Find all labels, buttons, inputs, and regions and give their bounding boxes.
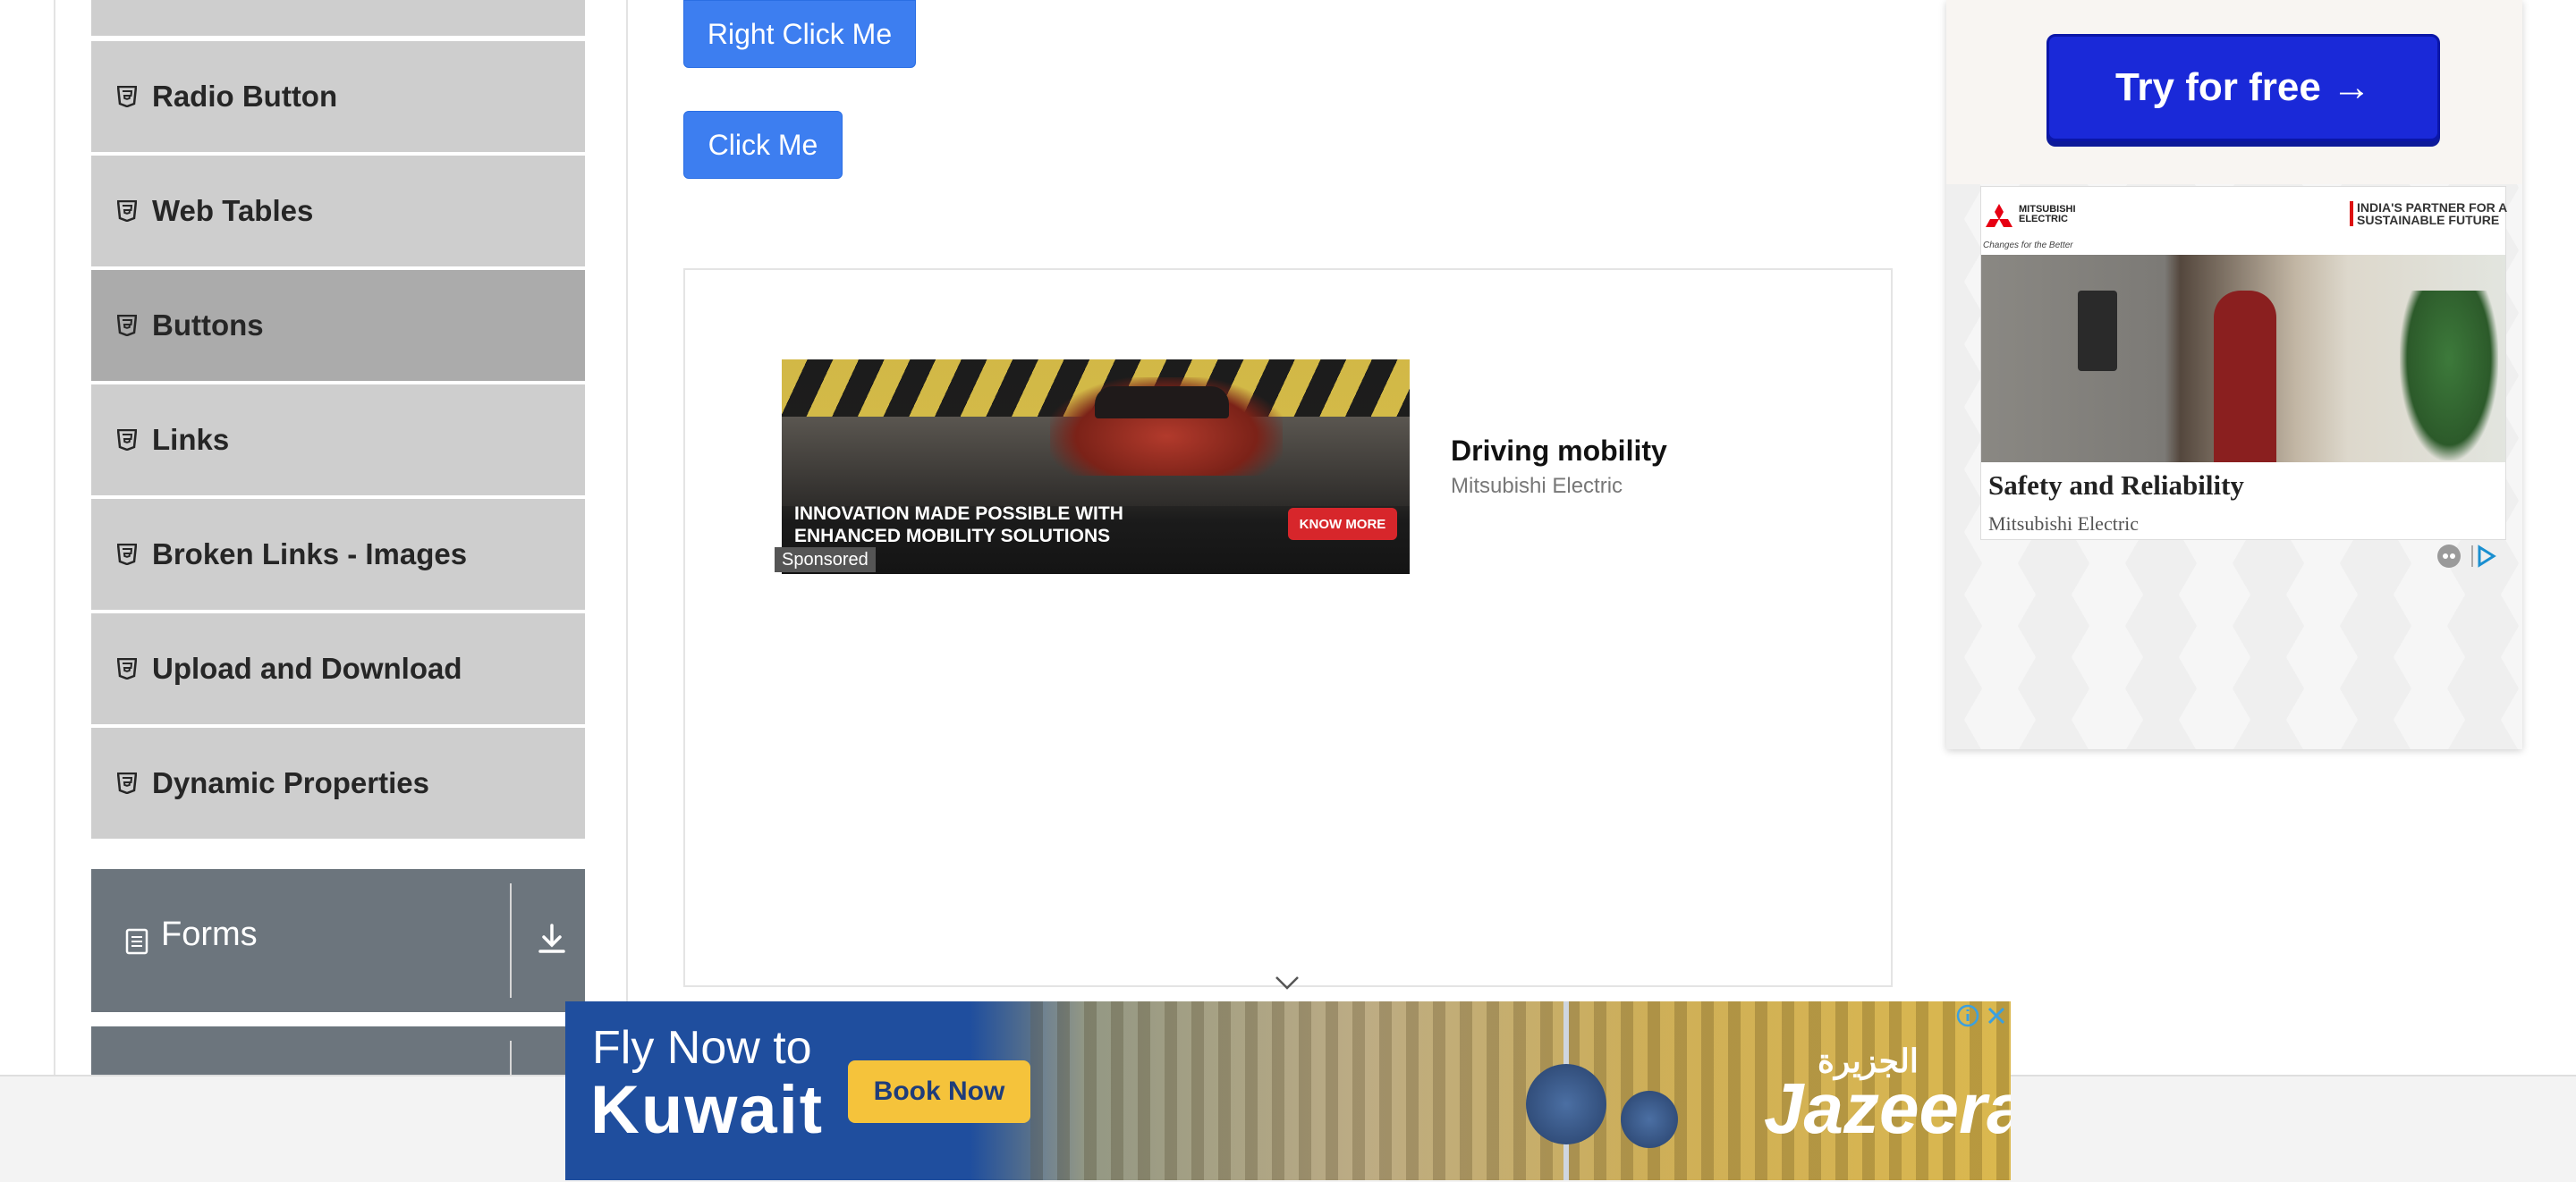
sidebar-group-label: Forms — [161, 916, 258, 953]
book-now-button[interactable]: Book Now — [848, 1060, 1030, 1123]
html5-icon — [116, 429, 138, 451]
sidebar-item-radio-button[interactable]: Radio Button — [91, 41, 585, 152]
html5-icon — [116, 315, 138, 336]
sidebar-item-label: Web Tables — [152, 194, 314, 227]
html5-icon — [116, 658, 138, 680]
sidebar-item-web-tables[interactable]: Web Tables — [91, 156, 585, 266]
html5-icon — [116, 544, 138, 565]
info-icon[interactable] — [1955, 1003, 1980, 1028]
mitsubishi-logo-text: MITSUBISHI ELECTRIC — [2019, 204, 2076, 224]
car-windshield — [1095, 386, 1229, 418]
mitsubishi-headline: Safety and Reliability — [1988, 469, 2244, 501]
car-ad-image[interactable]: INNOVATION MADE POSSIBLE WITH ENHANCED M… — [782, 359, 1410, 574]
ad-advertiser: Mitsubishi Electric — [1451, 474, 1623, 498]
sidebar-item-upload-download[interactable]: Upload and Download — [91, 613, 585, 724]
right-ad: Try for free → MITSUBISHI ELECTRIC Chang… — [1946, 0, 2522, 749]
sidebar-item-label: Dynamic Properties — [152, 766, 429, 799]
sidebar-left-border — [54, 0, 55, 1075]
mitsubishi-tagline: Changes for the Better — [1983, 241, 2073, 250]
sidebar-item-links[interactable]: Links — [91, 384, 585, 495]
document-icon — [125, 928, 148, 959]
sidebar-item-dynamic-properties[interactable]: Dynamic Properties — [91, 728, 585, 839]
sidebar-item-label: Broken Links - Images — [152, 537, 468, 570]
sponsored-label: Sponsored — [775, 547, 876, 572]
sidebar-item-label: Upload and Download — [152, 652, 462, 685]
know-more-button[interactable]: KNOW MORE — [1288, 508, 1397, 540]
tower-sphere — [1526, 1064, 1606, 1144]
jazeera-logo: Jazeera. — [1764, 1068, 2011, 1148]
mitsubishi-brand: Mitsubishi Electric — [1988, 512, 2140, 535]
sidebar-item-label: Links — [152, 423, 230, 456]
html5-icon — [116, 773, 138, 794]
elevator-panel — [2078, 291, 2117, 371]
sidebar-item-label: Buttons — [152, 308, 264, 342]
close-icon[interactable] — [1984, 1003, 2009, 1028]
plant — [2400, 291, 2498, 460]
html5-icon — [116, 200, 138, 222]
sidebar-divider — [626, 0, 628, 1075]
click-me-button[interactable]: Click Me — [683, 111, 843, 179]
download-icon[interactable] — [537, 923, 567, 959]
group-divider — [510, 883, 512, 998]
sidebar-group-partial[interactable] — [91, 1026, 585, 1080]
ad-title-link[interactable]: Driving mobility — [1451, 435, 1667, 468]
partner-text: INDIA'S PARTNER FOR A SUSTAINABLE FUTURE — [2350, 201, 2511, 226]
mitsubishi-ad-card[interactable]: MITSUBISHI ELECTRIC Changes for the Bett… — [1980, 186, 2507, 540]
sidebar-item-buttons[interactable]: Buttons — [91, 270, 585, 381]
sidebar-item-label: Radio Button — [152, 80, 338, 113]
chevron-down-icon[interactable] — [1274, 975, 1301, 995]
try-for-free-button[interactable]: Try for free → — [2046, 34, 2440, 141]
banner-line1: Fly Now to — [592, 1022, 812, 1074]
car-ad-headline: INNOVATION MADE POSSIBLE WITH ENHANCED M… — [794, 503, 1123, 546]
sidebar-item-broken-links[interactable]: Broken Links - Images — [91, 499, 585, 610]
elevator-family-photo — [1981, 255, 2505, 462]
kuwait-banner-ad[interactable]: Fly Now to Kuwait Book Now الجزيرة Jazee… — [565, 1001, 2011, 1180]
adchoices-icon[interactable] — [2436, 542, 2504, 575]
html5-icon — [116, 86, 138, 107]
tower-sphere — [1621, 1091, 1678, 1148]
right-click-button[interactable]: Right Click Me — [683, 0, 916, 68]
banner-line2: Kuwait — [590, 1072, 825, 1148]
sidebar-item-partial[interactable] — [91, 0, 585, 36]
sidebar-group-forms[interactable]: Forms — [91, 869, 585, 1012]
person-figure — [2214, 291, 2276, 462]
mitsubishi-logo: MITSUBISHI ELECTRIC Changes for the Bett… — [1983, 199, 2117, 250]
